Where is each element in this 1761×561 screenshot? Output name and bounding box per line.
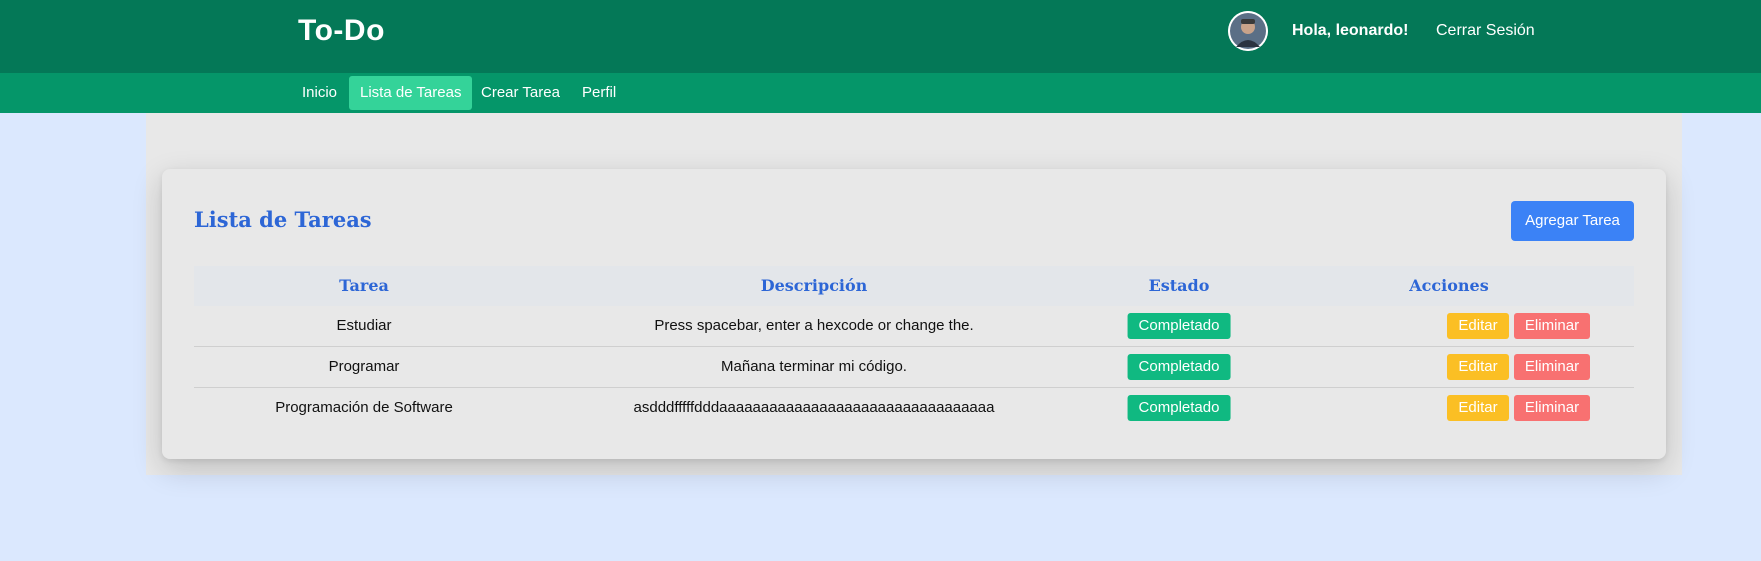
nav-item-inicio[interactable]: Inicio xyxy=(291,76,348,110)
status-badge[interactable]: Completado xyxy=(1127,395,1231,421)
status-badge[interactable]: Completado xyxy=(1127,354,1231,380)
app-logo-title[interactable]: To-Do xyxy=(298,14,385,48)
delete-button[interactable]: Eliminar xyxy=(1514,313,1590,339)
status-badge[interactable]: Completado xyxy=(1127,313,1231,339)
user-avatar[interactable] xyxy=(1228,11,1268,51)
task-name: Estudiar xyxy=(336,317,392,334)
top-header: To-Do Hola, leonardo! Cerrar Sesión xyxy=(0,0,1761,73)
delete-button[interactable]: Eliminar xyxy=(1514,395,1590,421)
logout-link[interactable]: Cerrar Sesión xyxy=(1436,22,1535,40)
nav-item-lista-de-tareas[interactable]: Lista de Tareas xyxy=(349,76,473,110)
main-navigation: Inicio Lista de Tareas Crear Tarea Perfi… xyxy=(0,73,1761,113)
column-header-tarea: Tarea xyxy=(339,276,389,295)
add-task-button[interactable]: Agregar Tarea xyxy=(1511,201,1634,241)
user-greeting: Hola, leonardo! xyxy=(1292,22,1409,39)
task-name: Programación de Software xyxy=(275,399,453,416)
avatar-icon xyxy=(1228,11,1268,51)
table-row: Estudiar Press spacebar, enter a hexcode… xyxy=(194,306,1634,347)
edit-button[interactable]: Editar xyxy=(1447,354,1509,380)
task-description: Mañana terminar mi código. xyxy=(721,358,907,375)
task-name: Programar xyxy=(328,358,400,375)
task-description: Press spacebar, enter a hexcode or chang… xyxy=(654,317,974,334)
edit-button[interactable]: Editar xyxy=(1447,395,1509,421)
task-description: asdddfffffdddaaaaaaaaaaaaaaaaaaaaaaaaaaa… xyxy=(633,399,995,416)
column-header-descripcion: Descripción xyxy=(760,276,868,295)
page-title: Lista de Tareas xyxy=(194,207,372,232)
column-header-acciones: Acciones xyxy=(1409,276,1489,295)
edit-button[interactable]: Editar xyxy=(1447,313,1509,339)
column-header-estado: Estado xyxy=(1148,276,1210,295)
delete-button[interactable]: Eliminar xyxy=(1514,354,1590,380)
table-header: Tarea Descripción Estado Acciones xyxy=(194,266,1634,306)
nav-item-crear-tarea[interactable]: Crear Tarea xyxy=(470,76,571,110)
table-row: Programación de Software asdddfffffdddaa… xyxy=(194,388,1634,429)
table-row: Programar Mañana terminar mi código. Com… xyxy=(194,347,1634,388)
task-list-card: Lista de Tareas Agregar Tarea Tarea Desc… xyxy=(162,169,1666,459)
nav-item-perfil[interactable]: Perfil xyxy=(571,76,627,110)
